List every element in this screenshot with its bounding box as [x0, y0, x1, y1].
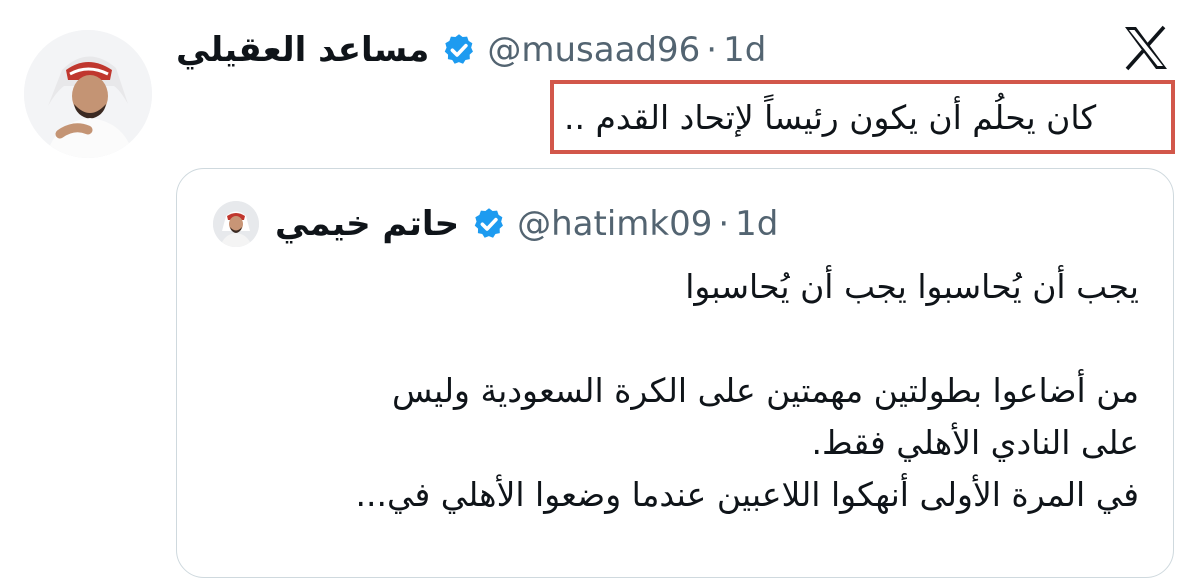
author-name[interactable]: مساعد العقيلي — [176, 30, 429, 70]
verified-badge-icon — [471, 206, 507, 242]
quoted-tweet[interactable]: حاتم خيمي @hatimk09 · 1d يجب أن يُحاسبوا… — [176, 168, 1174, 578]
timestamp[interactable]: 1d — [723, 30, 766, 70]
quoted-timestamp[interactable]: 1d — [735, 204, 778, 244]
avatar[interactable] — [24, 30, 152, 158]
quoted-avatar-image — [213, 201, 259, 247]
quoted-avatar[interactable] — [213, 201, 259, 247]
quoted-text-line: من أضاعوا بطولتين مهمتين على الكرة السعو… — [391, 371, 1139, 410]
author-handle[interactable]: @musaad96 — [487, 30, 700, 70]
separator-dot: · — [706, 30, 718, 70]
quoted-tweet-text: يجب أن يُحاسبوا يجب أن يُحاسبوا من أضاعو… — [209, 261, 1140, 521]
tweet-text-highlight: كان يحلُم أن يكون رئيساً لإتحاد القدم .. — [550, 80, 1175, 154]
quoted-text-line: يجب أن يُحاسبوا يجب أن يُحاسبوا — [685, 267, 1139, 306]
tweet-header: مساعد العقيلي @musaad96 · 1d — [176, 22, 766, 78]
quoted-tweet-header: حاتم خيمي @hatimk09 · 1d — [213, 197, 778, 251]
quoted-author-name[interactable]: حاتم خيمي — [275, 204, 459, 244]
quoted-text-line: على النادي الأهلي فقط. — [811, 423, 1139, 462]
tweet-card: مساعد العقيلي @musaad96 · 1d كان يحلُم أ… — [0, 0, 1199, 586]
tweet-text: كان يحلُم أن يكون رئيساً لإتحاد القدم .. — [564, 97, 1097, 137]
separator-dot: · — [718, 204, 730, 244]
avatar-image — [24, 30, 152, 158]
quoted-text-line: في المرة الأولى أنهكوا اللاعبين عندما وض… — [355, 475, 1140, 514]
verified-badge-icon — [441, 32, 477, 68]
x-logo-icon[interactable] — [1122, 24, 1170, 72]
quoted-author-handle[interactable]: @hatimk09 — [517, 204, 712, 244]
